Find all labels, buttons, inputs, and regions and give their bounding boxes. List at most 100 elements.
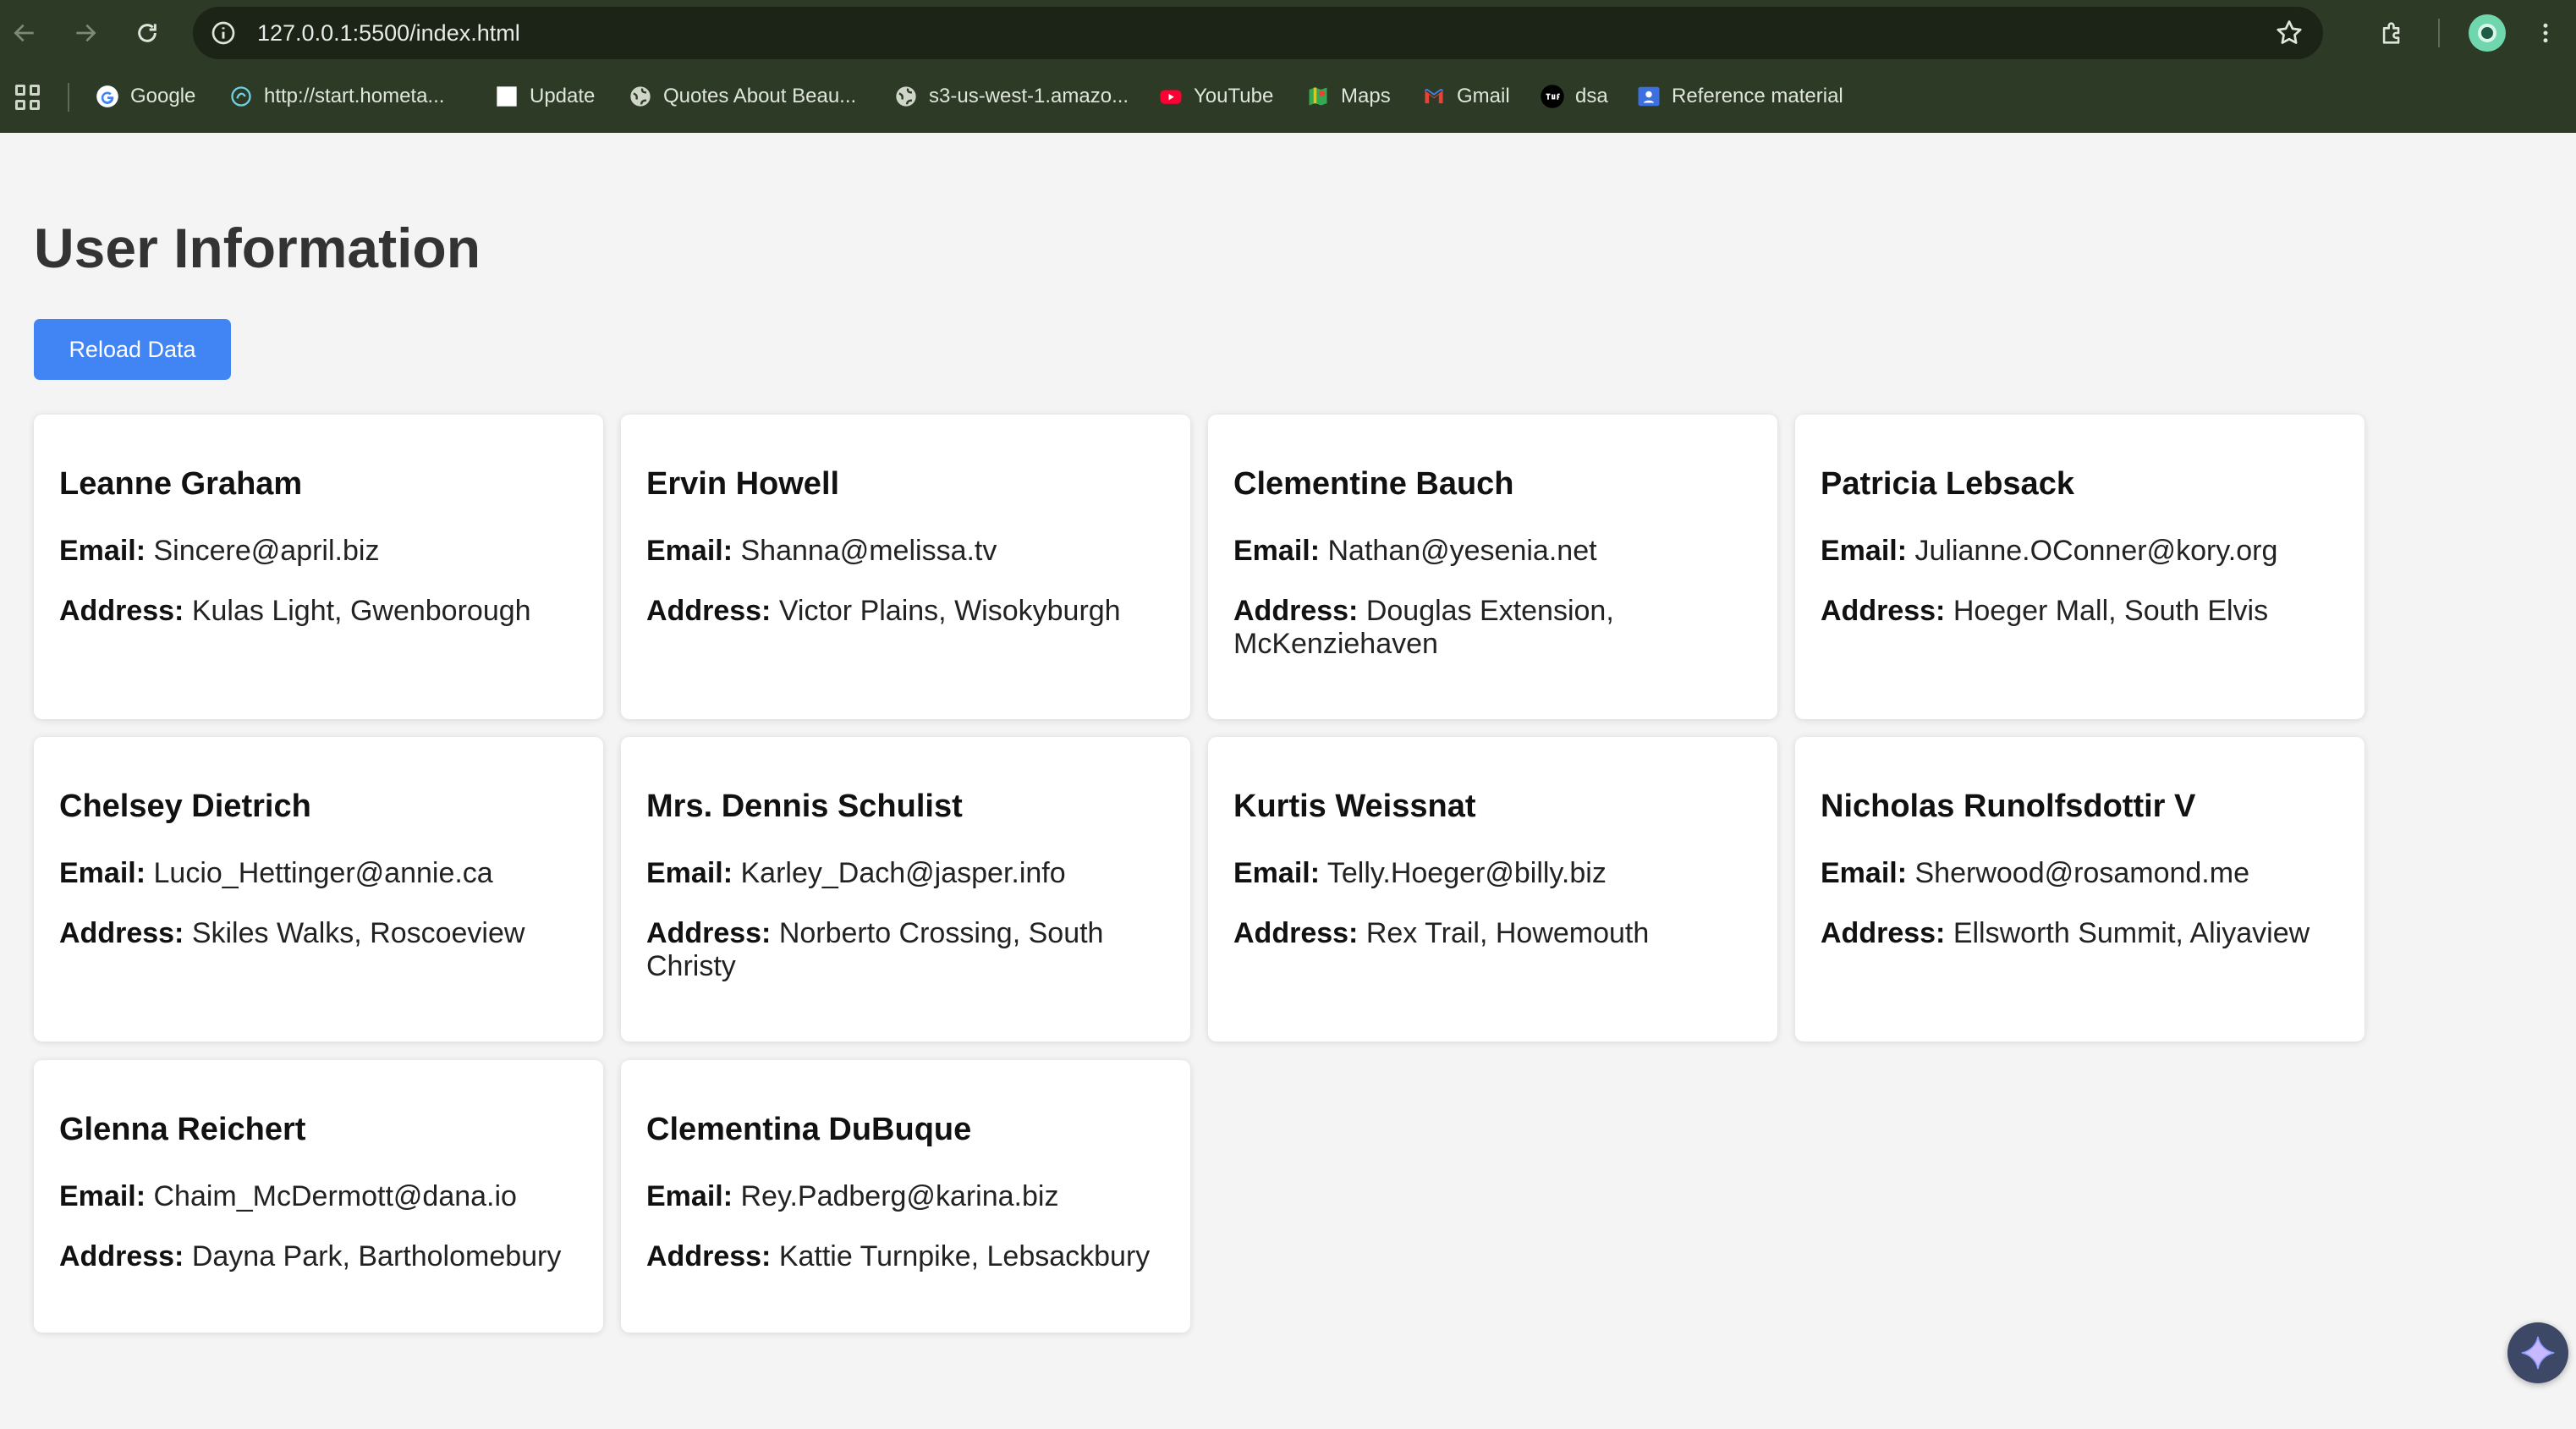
sparkle-icon — [2521, 1336, 2555, 1370]
forward-button[interactable] — [69, 16, 102, 50]
puzzle-icon — [2382, 22, 2400, 44]
bookmark-label: Reference material — [1672, 85, 1843, 107]
user-address: Address: Kulas Light, Gwenborough — [59, 595, 578, 628]
arrow-left-icon — [14, 24, 34, 42]
address-label: Address: — [1821, 595, 1946, 627]
bookmarks-divider — [68, 83, 69, 112]
url-text[interactable]: 127.0.0.1:5500/index.html — [257, 7, 520, 59]
apps-grid-icon[interactable] — [15, 85, 41, 110]
email-label: Email: — [59, 1180, 146, 1212]
address-label: Address: — [59, 917, 184, 949]
user-email: Email: Sherwood@rosamond.me — [1821, 857, 2339, 890]
bookmark-label: Google — [130, 85, 196, 107]
user-name: Nicholas Runolfsdottir V — [1821, 789, 2196, 824]
star-icon[interactable] — [2274, 18, 2304, 48]
address-label: Address: — [646, 595, 772, 627]
user-address: Address: Rex Trail, Howemouth — [1233, 917, 1752, 950]
refresh-icon — [138, 24, 157, 42]
bookmark-label: Gmail — [1457, 85, 1510, 107]
bookmark-update[interactable]: Update — [494, 73, 595, 120]
avatar-icon — [2478, 24, 2496, 42]
email-value: Karley_Dach@jasper.info — [740, 857, 1066, 889]
globe-icon — [893, 84, 919, 109]
email-label: Email: — [646, 535, 733, 567]
email-label: Email: — [646, 1180, 733, 1212]
bookmark-google[interactable]: Google — [95, 73, 195, 120]
address-value: Kattie Turnpike, Lebsackbury — [778, 1240, 1151, 1272]
email-value: Julianne.OConner@kory.org — [1914, 535, 2278, 567]
bookmark-reference[interactable]: Reference material — [1636, 73, 1843, 120]
email-value: Rey.Padberg@karina.biz — [740, 1180, 1059, 1212]
user-email: Email: Julianne.OConner@kory.org — [1821, 535, 2339, 568]
bookmark-gmail[interactable]: Gmail — [1421, 73, 1510, 120]
user-name: Patricia Lebsack — [1821, 466, 2074, 502]
youtube-icon — [1158, 84, 1184, 109]
browser-toolbar: 127.0.0.1:5500/index.html — [0, 0, 2576, 66]
user-address: Address: Douglas Extension, McKenziehave… — [1233, 595, 1752, 661]
bookmark-start-hometab[interactable]: http://start.hometa... — [228, 73, 444, 120]
bookmark-label: Update — [530, 85, 596, 107]
bookmark-quotes[interactable]: Quotes About Beau... — [628, 73, 856, 120]
user-card: Glenna Reichert Email: Chaim_McDermott@d… — [34, 1060, 603, 1333]
extensions-button[interactable] — [2376, 16, 2409, 50]
user-email: Email: Lucio_Hettinger@annie.ca — [59, 857, 578, 890]
email-label: Email: — [59, 857, 146, 889]
address-value: Victor Plains, Wisokyburgh — [778, 595, 1121, 627]
email-label: Email: — [1821, 535, 1908, 567]
user-name: Mrs. Dennis Schulist — [646, 789, 963, 824]
address-value: Rex Trail, Howemouth — [1365, 917, 1650, 949]
bookmark-dsa[interactable]: dsa — [1540, 73, 1608, 120]
back-button[interactable] — [8, 16, 41, 50]
profile-avatar[interactable] — [2469, 14, 2506, 52]
email-value: Chaim_McDermott@dana.io — [153, 1180, 517, 1212]
address-label: Address: — [59, 1240, 184, 1272]
user-card: Clementine Bauch Email: Nathan@yesenia.n… — [1208, 415, 1777, 719]
address-bar[interactable]: 127.0.0.1:5500/index.html — [193, 7, 2323, 59]
reload-page-button[interactable] — [130, 16, 164, 50]
assistant-floating-button[interactable] — [2507, 1322, 2568, 1383]
bookmark-label: dsa — [1575, 85, 1608, 107]
email-value: Sincere@april.biz — [153, 535, 380, 567]
address-label: Address: — [646, 917, 772, 949]
bookmark-s3[interactable]: s3-us-west-1.amazo... — [893, 73, 1129, 120]
user-name: Clementine Bauch — [1233, 466, 1514, 502]
reload-data-button[interactable]: Reload Data — [34, 319, 231, 380]
address-value: Kulas Light, Gwenborough — [191, 595, 531, 627]
user-card: Ervin Howell Email: Shanna@melissa.tv Ad… — [621, 415, 1190, 719]
user-address: Address: Victor Plains, Wisokyburgh — [646, 595, 1165, 628]
info-icon[interactable] — [210, 19, 237, 47]
bookmark-youtube[interactable]: YouTube — [1158, 73, 1273, 120]
gmail-icon — [1421, 84, 1447, 109]
bookmark-label: Maps — [1341, 85, 1391, 107]
email-value: Lucio_Hettinger@annie.ca — [153, 857, 493, 889]
email-label: Email: — [1233, 535, 1321, 567]
user-card: Nicholas Runolfsdottir V Email: Sherwood… — [1795, 737, 2365, 1042]
bookmark-label: YouTube — [1194, 85, 1274, 107]
page-title: User Information — [34, 217, 481, 279]
user-name: Glenna Reichert — [59, 1112, 306, 1147]
bookmark-label: s3-us-west-1.amazo... — [929, 85, 1129, 107]
bookmark-label: Quotes About Beau... — [663, 85, 857, 107]
arrow-right-icon — [76, 24, 96, 42]
google-icon — [95, 84, 120, 109]
user-card: Clementina DuBuque Email: Rey.Padberg@ka… — [621, 1060, 1190, 1333]
globe-swirl-icon — [228, 84, 254, 109]
user-name: Chelsey Dietrich — [59, 789, 311, 824]
user-email: Email: Shanna@melissa.tv — [646, 535, 1165, 568]
bookmark-maps[interactable]: Maps — [1305, 73, 1391, 120]
menu-button[interactable] — [2529, 16, 2562, 50]
address-value: Ellsworth Summit, Aliyaview — [1953, 917, 2310, 949]
address-label: Address: — [1233, 917, 1359, 949]
kebab-menu-icon — [2543, 23, 2548, 43]
address-label: Address: — [1233, 595, 1359, 627]
classroom-icon — [1636, 84, 1661, 109]
user-card: Leanne Graham Email: Sincere@april.biz A… — [34, 415, 603, 719]
user-email: Email: Nathan@yesenia.net — [1233, 535, 1752, 568]
bookmark-label: http://start.hometa... — [264, 85, 445, 107]
user-address: Address: Norberto Crossing, South Christ… — [646, 917, 1165, 983]
user-name: Kurtis Weissnat — [1233, 789, 1476, 824]
user-card: Mrs. Dennis Schulist Email: Karley_Dach@… — [621, 737, 1190, 1042]
user-name: Leanne Graham — [59, 466, 303, 502]
email-value: Nathan@yesenia.net — [1327, 535, 1597, 567]
address-label: Address: — [646, 1240, 772, 1272]
